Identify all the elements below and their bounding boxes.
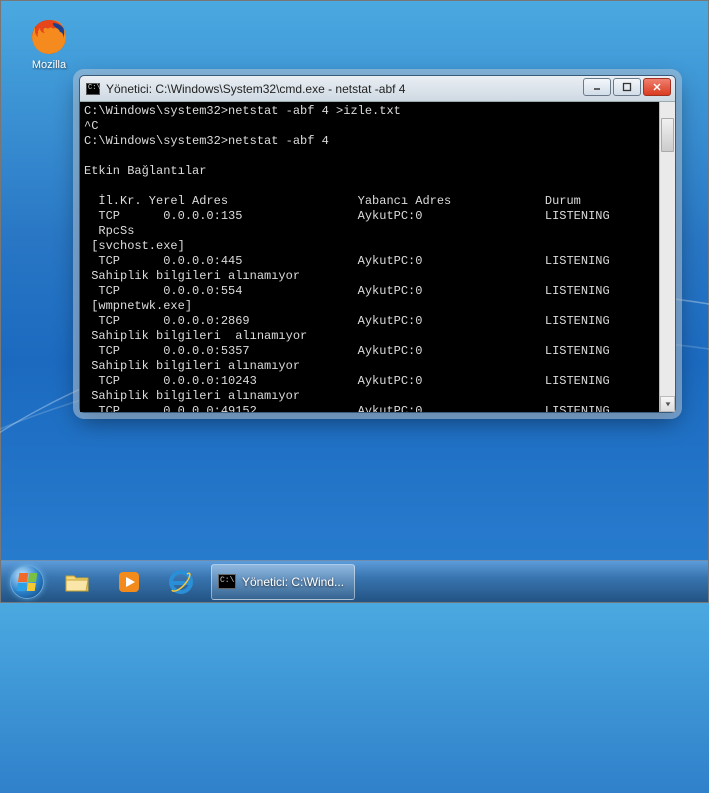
- console-output[interactable]: C:\Windows\system32>netstat -abf 4 >izle…: [80, 102, 675, 412]
- vertical-scrollbar[interactable]: [659, 102, 675, 412]
- folder-icon: [64, 569, 90, 595]
- start-button[interactable]: [5, 562, 49, 602]
- taskbar-pinned-ie[interactable]: [157, 564, 205, 600]
- window-title: Yönetici: C:\Windows\System32\cmd.exe - …: [106, 82, 405, 96]
- scroll-thumb[interactable]: [661, 118, 674, 152]
- task-label: Yönetici: C:\Wind...: [242, 575, 344, 589]
- cmd-icon: [218, 574, 236, 589]
- maximize-button[interactable]: [613, 78, 641, 96]
- firefox-icon: [29, 17, 69, 57]
- close-button[interactable]: [643, 78, 671, 96]
- cmd-window: Yönetici: C:\Windows\System32\cmd.exe - …: [79, 75, 676, 413]
- scroll-track[interactable]: [660, 118, 675, 396]
- titlebar[interactable]: Yönetici: C:\Windows\System32\cmd.exe - …: [80, 76, 675, 102]
- minimize-button[interactable]: [583, 78, 611, 96]
- taskbar-pinned-explorer[interactable]: [53, 564, 101, 600]
- scroll-down-button[interactable]: [660, 396, 675, 412]
- desktop-icon-firefox[interactable]: Mozilla: [19, 17, 79, 71]
- taskbar: Yönetici: C:\Wind...: [1, 560, 708, 602]
- start-orb-icon: [10, 565, 44, 599]
- cmd-icon: [86, 83, 100, 95]
- taskbar-task-cmd[interactable]: Yönetici: C:\Wind...: [211, 564, 355, 600]
- ie-icon: [168, 569, 194, 595]
- desktop-icon-label: Mozilla: [19, 59, 79, 71]
- taskbar-pinned-media-player[interactable]: [105, 564, 153, 600]
- media-player-icon: [116, 569, 142, 595]
